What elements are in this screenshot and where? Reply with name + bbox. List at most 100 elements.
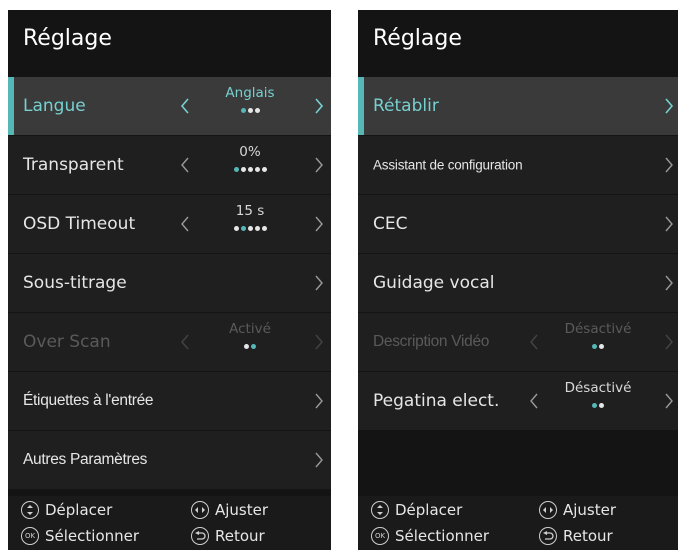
up-down-icon [371, 501, 389, 519]
menu-row-autres-parametres[interactable]: Autres Paramètres [8, 431, 331, 489]
value-text: 0% [239, 144, 261, 160]
key-hints-footer: Déplacer Ajuster OK Sélectionner Retour [358, 496, 678, 550]
menu-row-transparent[interactable]: Transparent 0% [8, 136, 331, 194]
row-label: Pegatina elect. [373, 391, 500, 411]
panel-title: Réglage [23, 26, 112, 51]
dot [261, 226, 267, 231]
back-icon [539, 527, 557, 545]
value-dots [210, 226, 290, 232]
selection-accent [8, 77, 14, 135]
hint-adjust: Ajuster [539, 499, 616, 521]
panel-title: Réglage [373, 26, 462, 51]
value-text: Anglais [225, 85, 275, 101]
dot [247, 226, 253, 231]
ok-icon: OK [371, 527, 389, 545]
hint-label: Sélectionner [395, 527, 490, 545]
chevron-left-icon[interactable] [529, 393, 539, 409]
chevron-right-icon[interactable] [314, 98, 324, 114]
hint-label: Retour [563, 527, 613, 545]
row-label: Sous-titrage [23, 273, 127, 293]
row-value: Désactivé [558, 321, 638, 350]
hint-select: OK Sélectionner [21, 525, 139, 547]
hint-select: OK Sélectionner [371, 525, 489, 547]
menu-row-pegatina[interactable]: Pegatina elect. Désactivé [358, 372, 678, 430]
row-label: Étiquettes à l'entrée [23, 392, 154, 409]
hint-back: Retour [539, 525, 613, 547]
dot [240, 167, 246, 172]
row-label: Assistant de configuration [373, 157, 523, 173]
back-icon [191, 527, 209, 545]
menu-row-guidage-vocal[interactable]: Guidage vocal [358, 254, 678, 312]
key-hints-footer: Déplacer Ajuster OK Sélectionner Retour [8, 496, 331, 550]
hint-move: Déplacer [21, 499, 112, 521]
dot [233, 226, 239, 231]
dot [599, 403, 604, 408]
menu-row-langue[interactable]: Langue Anglais [8, 77, 331, 135]
selection-accent [358, 77, 364, 135]
chevron-right-icon [664, 157, 674, 173]
chevron-left-icon [529, 334, 539, 350]
value-text: Désactivé [564, 380, 632, 396]
row-value: Activé [210, 321, 290, 350]
dot [254, 226, 260, 231]
row-value: 0% [210, 144, 290, 173]
hint-label: Retour [215, 527, 265, 545]
menu-row-sous-titrage[interactable]: Sous-titrage [8, 254, 331, 312]
dot [254, 167, 260, 172]
row-label: Description Vidéo [373, 333, 490, 350]
row-label: Langue [23, 96, 86, 116]
settings-panel-left: Réglage Langue Anglais Transparent 0% OS… [8, 10, 331, 550]
chevron-right-icon [314, 275, 324, 291]
chevron-left-icon[interactable] [180, 216, 190, 232]
menu-row-retablir[interactable]: Rétablir [358, 77, 678, 135]
value-dots [210, 167, 290, 173]
row-label: CEC [373, 214, 408, 234]
row-label: Over Scan [23, 332, 111, 352]
row-label: Rétablir [373, 96, 439, 116]
dot [254, 108, 260, 113]
dot [233, 167, 239, 172]
row-label: Guidage vocal [373, 273, 495, 293]
chevron-right-icon [664, 216, 674, 232]
menu-row-cec[interactable]: CEC [358, 195, 678, 253]
chevron-right-icon[interactable] [664, 393, 674, 409]
row-label: OSD Timeout [23, 214, 136, 234]
chevron-right-icon [664, 275, 674, 291]
chevron-right-icon[interactable] [314, 157, 324, 173]
ok-icon: OK [21, 527, 39, 545]
left-right-icon [191, 501, 209, 519]
menu-row-over-scan: Over Scan Activé [8, 313, 331, 371]
menu-row-etiquettes[interactable]: Étiquettes à l'entrée [8, 372, 331, 430]
hint-back: Retour [191, 525, 265, 547]
dot [261, 167, 267, 172]
dot [244, 344, 249, 349]
chevron-right-icon [314, 452, 324, 468]
row-value: 15 s [210, 203, 290, 232]
row-value: Anglais [210, 85, 290, 114]
chevron-left-icon[interactable] [180, 98, 190, 114]
dot [251, 344, 256, 349]
chevron-right-icon [664, 98, 674, 114]
left-right-icon [539, 501, 557, 519]
menu-row-osd-timeout[interactable]: OSD Timeout 15 s [8, 195, 331, 253]
dot [247, 167, 253, 172]
value-text: Désactivé [564, 321, 632, 337]
menu-row-assistant[interactable]: Assistant de configuration [358, 136, 678, 194]
value-dots [558, 403, 638, 409]
value-dots [210, 344, 290, 350]
value-text: Activé [229, 321, 271, 337]
chevron-left-icon [180, 334, 190, 350]
row-label: Autres Paramètres [23, 451, 148, 468]
chevron-left-icon[interactable] [180, 157, 190, 173]
settings-panel-right: Réglage Rétablir Assistant de configurat… [358, 10, 678, 550]
chevron-right-icon[interactable] [314, 216, 324, 232]
chevron-right-icon [314, 393, 324, 409]
chevron-right-icon [664, 334, 674, 350]
dot [247, 108, 253, 113]
value-dots [558, 344, 638, 350]
hint-label: Déplacer [395, 501, 463, 519]
up-down-icon [21, 501, 39, 519]
value-text: 15 s [235, 203, 265, 219]
hint-label: Sélectionner [45, 527, 140, 545]
dot [592, 403, 597, 408]
